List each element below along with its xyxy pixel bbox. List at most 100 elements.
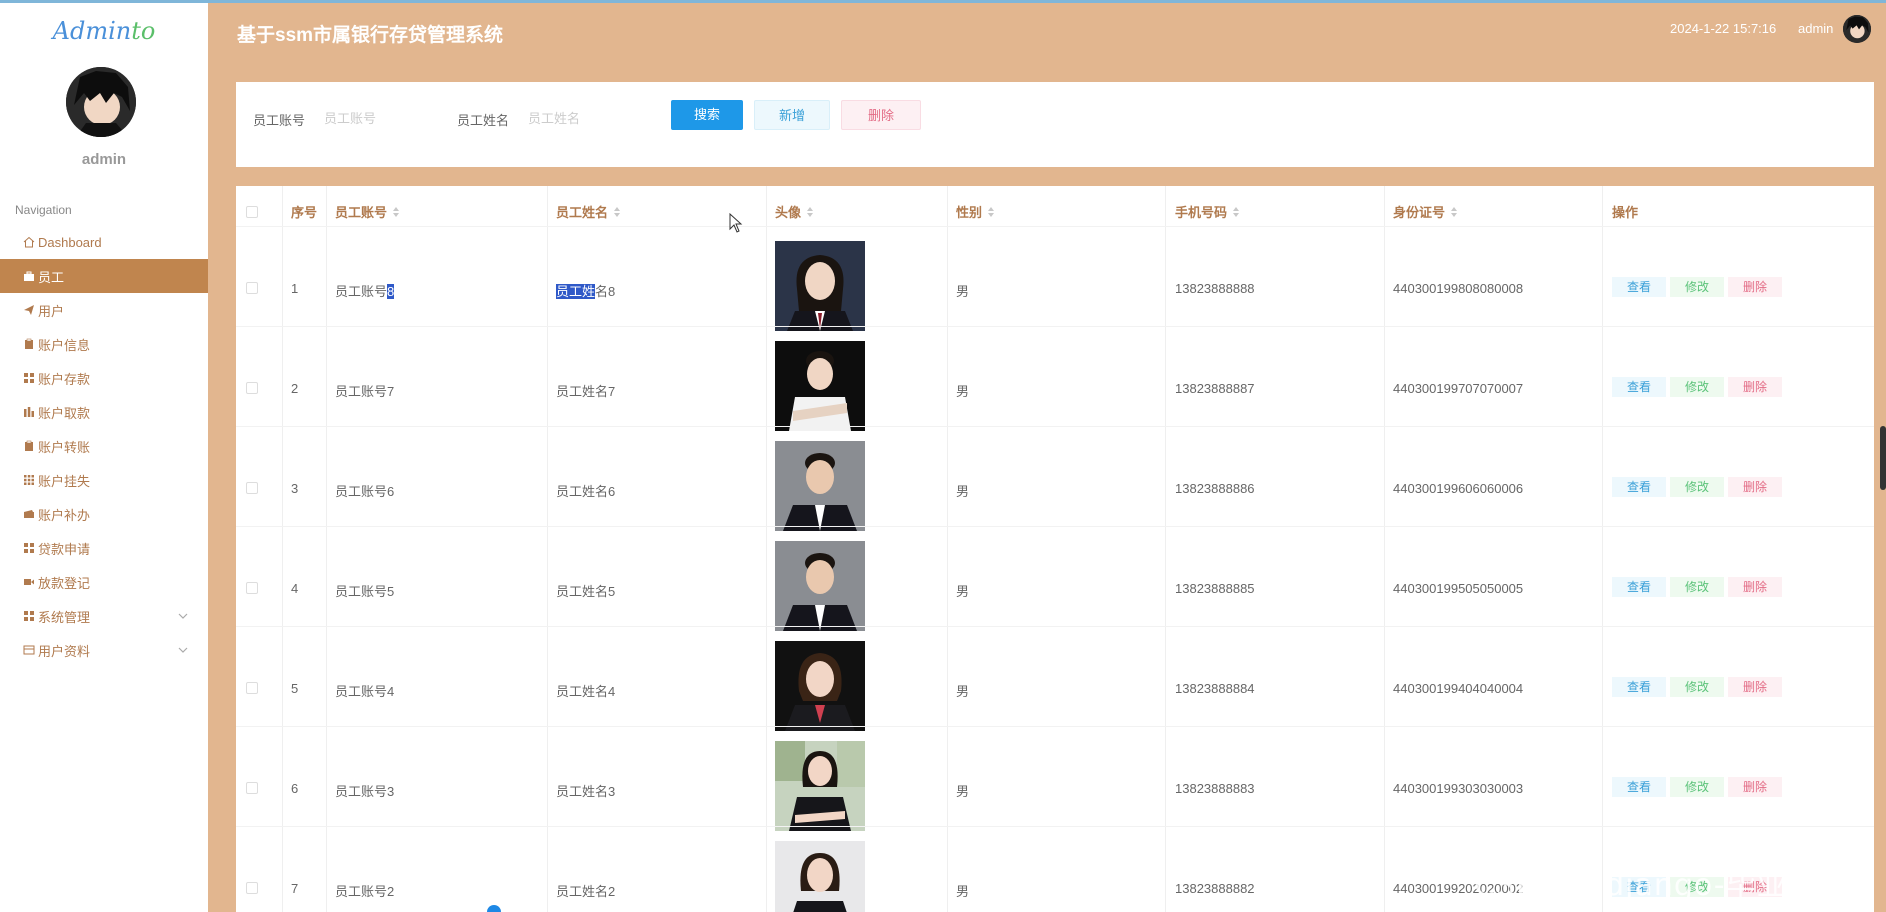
employee-photo[interactable] <box>775 841 865 912</box>
row-checkbox[interactable] <box>246 782 258 794</box>
sidebar-menu: Dashboard 员工 用户 账户信息 账户存款 账户取款 账户转账 账户挂失… <box>0 225 208 667</box>
sidebar-item-user-profile[interactable]: 用户资料 <box>0 633 208 667</box>
header-datetime: 2024-1-22 15:7:16 <box>1670 21 1777 36</box>
employee-photo[interactable] <box>775 541 865 631</box>
sidebar-item-dashboard[interactable]: Dashboard <box>0 225 208 259</box>
name-label: 员工姓名 <box>457 113 510 128</box>
view-button[interactable]: 查看 <box>1612 377 1666 397</box>
sidebar-item-label: 贷款申请 <box>38 541 91 557</box>
sort-icon[interactable] <box>987 206 995 221</box>
floating-indicator <box>487 905 501 912</box>
batch-delete-button[interactable]: 删除 <box>841 100 921 130</box>
employee-photo[interactable] <box>775 741 865 831</box>
edit-button[interactable]: 修改 <box>1670 677 1724 697</box>
row-checkbox[interactable] <box>246 282 258 294</box>
sort-icon[interactable] <box>1450 206 1458 221</box>
column-header-label: 头像 <box>775 205 802 220</box>
phone-cell: 13823888884 <box>1175 681 1255 696</box>
employee-photo[interactable] <box>775 641 865 731</box>
delete-button[interactable]: 删除 <box>1728 777 1782 797</box>
employee-table: 序号 员工账号 员工姓名 头像 性别 手机号码 身份证号 操作 1 员工账号8 … <box>236 186 1874 912</box>
account-search-input[interactable] <box>324 104 434 132</box>
sidebar-item-report-loss[interactable]: 账户挂失 <box>0 463 208 497</box>
row-checkbox[interactable] <box>246 582 258 594</box>
delete-button[interactable]: 删除 <box>1728 677 1782 697</box>
delete-button[interactable]: 删除 <box>1728 377 1782 397</box>
sidebar-item-employee[interactable]: 员工 <box>0 259 208 293</box>
sidebar-item-deposit[interactable]: 账户存款 <box>0 361 208 395</box>
sidebar-item-loan-register[interactable]: 放款登记 <box>0 565 208 599</box>
clipboard-icon <box>22 439 36 453</box>
account-cell: 员工账号7 <box>335 384 395 399</box>
chevron-down-icon[interactable] <box>178 643 188 658</box>
sidebar-item-system[interactable]: 系统管理 <box>0 599 208 633</box>
row-checkbox[interactable] <box>246 382 258 394</box>
column-header-avatar[interactable]: 头像 <box>775 202 814 221</box>
edit-button[interactable]: 修改 <box>1670 777 1724 797</box>
add-button[interactable]: 新增 <box>754 100 830 130</box>
avatar[interactable] <box>66 67 136 137</box>
chevron-down-icon[interactable] <box>178 609 188 624</box>
column-header-label: 员工姓名 <box>556 205 609 220</box>
edit-button[interactable]: 修改 <box>1670 377 1724 397</box>
name-cell: 员工姓名6 <box>556 484 616 499</box>
delete-button[interactable]: 删除 <box>1728 277 1782 297</box>
sidebar-item-label: 账户补办 <box>38 507 91 523</box>
selected-text: 员工姓 <box>556 284 596 299</box>
watermark-text: CSDN @django-毕业设计 <box>1474 868 1850 903</box>
sidebar-item-transfer[interactable]: 账户转账 <box>0 429 208 463</box>
gender-cell: 男 <box>956 384 970 399</box>
view-button[interactable]: 查看 <box>1612 577 1666 597</box>
sidebar-item-label: 放款登记 <box>38 575 91 591</box>
idcard-cell: 440300199707070007 <box>1393 381 1524 396</box>
column-header-label: 身份证号 <box>1393 205 1446 220</box>
sidebar: Adminto admin Navigation Dashboard 员工 用户… <box>0 3 208 912</box>
row-checkbox[interactable] <box>246 882 258 894</box>
view-button[interactable]: 查看 <box>1612 477 1666 497</box>
sidebar-item-label: 用户资料 <box>38 643 91 659</box>
sidebar-item-account-info[interactable]: 账户信息 <box>0 327 208 361</box>
app-logo[interactable]: Adminto <box>0 17 208 45</box>
sidebar-user-name: admin <box>81 151 127 168</box>
name-search-input[interactable] <box>528 104 638 132</box>
employee-photo[interactable] <box>775 441 865 531</box>
row-checkbox[interactable] <box>246 482 258 494</box>
sort-icon[interactable] <box>1232 206 1240 221</box>
sort-icon[interactable] <box>806 206 814 221</box>
row-index: 6 <box>291 781 299 796</box>
sidebar-item-loan-apply[interactable]: 贷款申请 <box>0 531 208 565</box>
header-user-name[interactable]: admin <box>1798 21 1833 36</box>
row-checkbox[interactable] <box>246 682 258 694</box>
column-header-idcard[interactable]: 身份证号 <box>1393 202 1458 221</box>
view-button[interactable]: 查看 <box>1612 277 1666 297</box>
edit-button[interactable]: 修改 <box>1670 477 1724 497</box>
edit-button[interactable]: 修改 <box>1670 277 1724 297</box>
column-header-phone[interactable]: 手机号码 <box>1175 202 1240 221</box>
view-button[interactable]: 查看 <box>1612 677 1666 697</box>
idcard-cell: 440300199808080008 <box>1393 281 1524 296</box>
sort-icon[interactable] <box>392 206 400 221</box>
nav-section-title: Navigation <box>15 203 72 217</box>
employee-photo[interactable] <box>775 341 865 431</box>
delete-button[interactable]: 删除 <box>1728 477 1782 497</box>
header-avatar[interactable] <box>1843 15 1871 43</box>
sidebar-item-withdraw[interactable]: 账户取款 <box>0 395 208 429</box>
bar-chart-icon <box>22 405 36 419</box>
edit-button[interactable]: 修改 <box>1670 577 1724 597</box>
scrollbar-thumb[interactable] <box>1880 426 1886 490</box>
sidebar-item-reissue[interactable]: 账户补办 <box>0 497 208 531</box>
sort-icon[interactable] <box>613 206 621 221</box>
view-button[interactable]: 查看 <box>1612 777 1666 797</box>
employee-photo[interactable] <box>775 241 865 331</box>
column-header-gender[interactable]: 性别 <box>956 202 995 221</box>
column-header-account[interactable]: 员工账号 <box>335 202 400 221</box>
search-button[interactable]: 搜索 <box>671 100 743 130</box>
column-header-name[interactable]: 员工姓名 <box>556 202 621 221</box>
select-all-checkbox[interactable] <box>246 206 258 218</box>
sidebar-item-user[interactable]: 用户 <box>0 293 208 327</box>
phone-cell: 13823888883 <box>1175 781 1255 796</box>
idcard-cell: 440300199505050005 <box>1393 581 1524 596</box>
delete-button[interactable]: 删除 <box>1728 577 1782 597</box>
column-header-index: 序号 <box>291 205 318 220</box>
logo-accent-text: to <box>131 17 156 45</box>
